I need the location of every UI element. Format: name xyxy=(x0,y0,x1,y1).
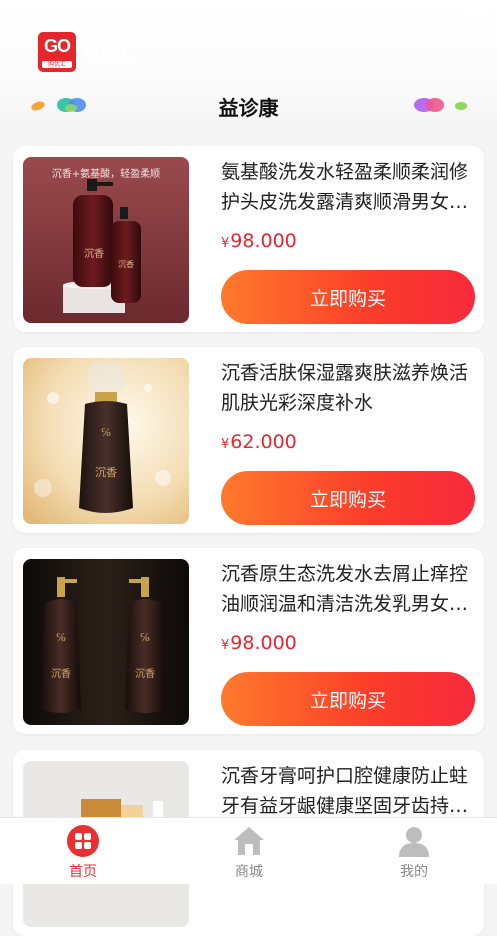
decoration-blobs-right-icon xyxy=(414,98,467,112)
svg-text:℅: ℅ xyxy=(101,425,111,439)
tab-mall[interactable]: 商城 xyxy=(166,818,332,884)
tab-label: 商城 xyxy=(235,864,263,880)
product-card[interactable]: ℅ 沉香 沉香活肤保湿露爽肤滋养焕活肌肤光彩深度补水 ¥62.000 立即购买 xyxy=(13,347,484,533)
logo-text: GO xyxy=(43,36,71,56)
price-value: 62.000 xyxy=(230,431,297,453)
image-banner-text: 沉香+氨基酸，轻盈柔顺 xyxy=(51,169,161,180)
tab-home[interactable]: 首页 xyxy=(0,818,166,884)
product-price: ¥98.000 xyxy=(221,632,297,654)
brand-name-en: GouYouHui xyxy=(84,58,133,68)
svg-text:沉香: 沉香 xyxy=(95,466,117,479)
tab-profile[interactable]: 我的 xyxy=(331,818,497,884)
bottom-tab-bar: 首页 商城 我的 xyxy=(0,817,497,884)
svg-text:℅: ℅ xyxy=(56,630,66,644)
battery-icon xyxy=(461,6,487,19)
svg-text:沉香: 沉香 xyxy=(135,667,155,680)
product-card[interactable]: 沉香 沉香 沉香+氨基酸，轻盈柔顺 氨基酸洗发水轻盈柔顺柔润修护头皮洗发露清爽顺… xyxy=(13,146,484,332)
buy-now-button[interactable]: 立即购买 xyxy=(221,672,475,726)
app-logo: GO 购优汇 xyxy=(38,32,76,72)
buy-now-button[interactable]: 立即购买 xyxy=(221,471,475,525)
tab-label: 首页 xyxy=(69,864,97,880)
orientation-lock-icon xyxy=(400,6,412,19)
product-image[interactable]: ℅ ℅ 沉香 沉香 xyxy=(23,559,189,725)
svg-text:沉香: 沉香 xyxy=(84,247,104,260)
product-name[interactable]: 沉香原生态洗发水去屑止痒控油顺润温和清洁洗发乳男女士通用 xyxy=(221,559,475,619)
battery-percent: 100% xyxy=(417,5,455,20)
logo-small-text: 购优汇 xyxy=(42,61,72,68)
status-bar: 无 SIM 卡 13:15 100% xyxy=(0,0,497,26)
product-card[interactable]: ℅ ℅ 沉香 沉香 沉香原生态洗发水去屑止痒控油顺润温和清洁洗发乳男女士通用 ¥… xyxy=(13,548,484,734)
home-grid-icon xyxy=(67,825,99,857)
price-value: 98.000 xyxy=(230,230,297,252)
tab-label: 我的 xyxy=(400,864,428,880)
house-icon xyxy=(234,827,264,855)
svg-text:沉香: 沉香 xyxy=(118,259,134,269)
svg-text:沉香: 沉香 xyxy=(51,667,71,680)
currency-symbol: ¥ xyxy=(221,437,230,452)
product-price: ¥62.000 xyxy=(221,431,297,453)
currency-symbol: ¥ xyxy=(221,236,230,251)
product-name[interactable]: 沉香牙膏呵护口腔健康防止蛀牙有益牙龈健康坚固牙齿持久清新 xyxy=(221,761,475,821)
header: 无 SIM 卡 13:15 100% GO 购优汇 购优汇 GouYouHui … xyxy=(0,0,497,138)
buy-now-button[interactable]: 立即购买 xyxy=(221,270,475,324)
product-image[interactable]: ℅ 沉香 xyxy=(23,358,189,524)
svg-text:℅: ℅ xyxy=(140,630,150,644)
product-name[interactable]: 氨基酸洗发水轻盈柔顺柔润修护头皮洗发露清爽顺滑男女士通用 xyxy=(221,157,475,217)
user-icon xyxy=(399,827,429,857)
product-name[interactable]: 沉香活肤保湿露爽肤滋养焕活肌肤光彩深度补水 xyxy=(221,358,475,418)
status-right: 100% xyxy=(400,5,487,20)
currency-symbol: ¥ xyxy=(221,638,230,653)
product-image[interactable]: 沉香 沉香 xyxy=(23,157,189,323)
price-value: 98.000 xyxy=(230,632,297,654)
product-price: ¥98.000 xyxy=(221,230,297,252)
